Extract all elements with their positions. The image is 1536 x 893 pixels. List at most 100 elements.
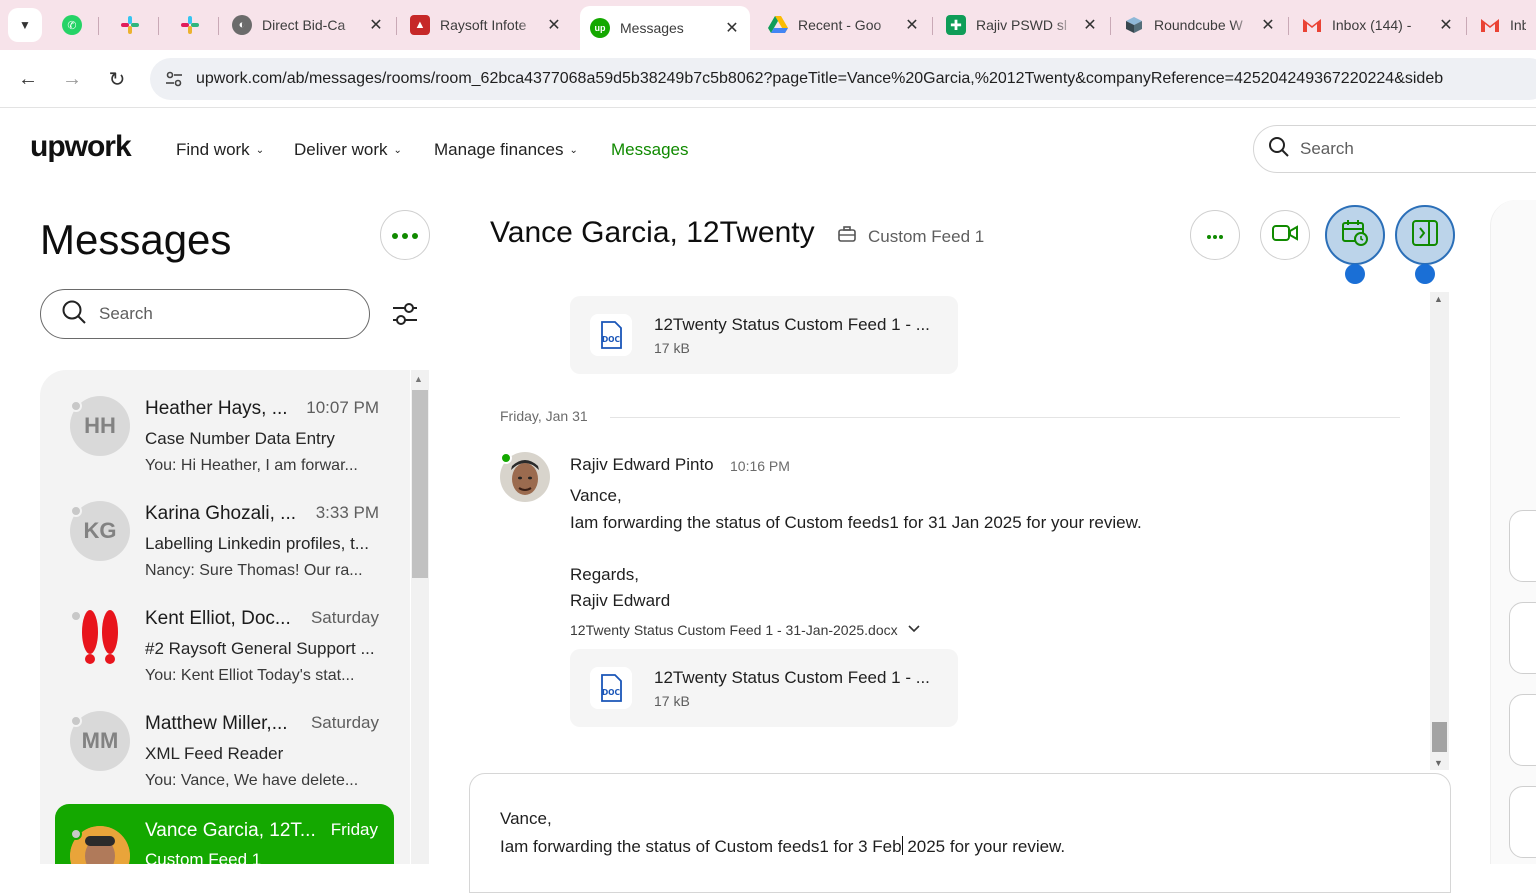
tab-whatsapp[interactable]: ✆ xyxy=(52,6,96,44)
header-search-input[interactable]: Search xyxy=(1253,125,1536,173)
attachment-toggle[interactable]: 12Twenty Status Custom Feed 1 - 31-Jan-2… xyxy=(570,622,920,638)
tab-raysoft[interactable]: ▲ Raysoft Infote ✕ xyxy=(400,6,572,44)
tab-google-drive[interactable]: Recent - Goo ✕ xyxy=(758,6,930,44)
conversation-time: Saturday xyxy=(310,608,379,627)
nav-manage-finances[interactable]: Manage finances ⌄ xyxy=(434,140,578,160)
tab-slack-2[interactable] xyxy=(170,6,214,44)
close-icon[interactable]: ✕ xyxy=(546,15,562,35)
message-thread: DOC 12Twenty Status Custom Feed 1 - ... … xyxy=(470,288,1430,772)
tab-separator xyxy=(158,17,159,35)
close-icon[interactable]: ✕ xyxy=(1260,15,1276,35)
rail-button[interactable] xyxy=(1509,694,1536,766)
message-composer[interactable]: Vance, Iam forwarding the status of Cust… xyxy=(469,773,1451,893)
search-placeholder: Search xyxy=(1300,139,1354,158)
chat-subtitle[interactable]: Custom Feed 1 xyxy=(838,226,984,247)
schedule-meeting-button[interactable] xyxy=(1325,205,1385,265)
upwork-logo[interactable]: upwork xyxy=(30,130,132,164)
highlight-dot xyxy=(1345,264,1365,284)
tab-direct-bid[interactable]: ◐ Direct Bid-Ca ✕ xyxy=(222,6,394,44)
tab-separator xyxy=(932,17,933,35)
reload-button[interactable]: ↻ xyxy=(102,64,132,94)
tab-gmail-2[interactable]: Inbo xyxy=(1470,6,1536,44)
close-icon[interactable]: ✕ xyxy=(724,18,740,38)
tab-messages[interactable]: up Messages ✕ xyxy=(580,6,750,50)
google-sheets-icon: ✚ xyxy=(946,15,966,35)
url-text: upwork.com/ab/messages/rooms/room_62bca4… xyxy=(196,70,1444,87)
nav-deliver-work[interactable]: Deliver work ⌄ xyxy=(294,140,402,160)
nav-messages[interactable]: Messages xyxy=(611,140,688,160)
status-dot xyxy=(70,610,82,622)
slack-icon xyxy=(180,15,200,35)
tab-roundcube[interactable]: Roundcube W ✕ xyxy=(1114,6,1286,44)
highlight-dot xyxy=(1415,264,1435,284)
tab-title: Raysoft Infote xyxy=(440,17,527,33)
nav-label: Find work xyxy=(176,140,250,159)
video-call-button[interactable] xyxy=(1260,210,1310,260)
conversation-item[interactable]: HH Heather Hays, ... 10:07 PM Case Numbe… xyxy=(40,370,410,475)
conversation-item[interactable]: KG Karina Ghozali, ... 3:33 PM Labelling… xyxy=(40,475,410,580)
conversation-item[interactable]: Kent Elliot, Doc... Saturday #2 Raysoft … xyxy=(40,580,410,685)
conversation-time: Friday xyxy=(330,820,378,839)
tab-gmail-1[interactable]: Inbox (144) - ✕ xyxy=(1292,6,1464,44)
scroll-down-icon[interactable]: ▼ xyxy=(1434,758,1443,768)
chevron-down-icon: ⌄ xyxy=(569,144,578,156)
forward-button[interactable]: → xyxy=(57,64,87,94)
nav-find-work[interactable]: Find work ⌄ xyxy=(176,140,264,160)
conversation-subject: #2 Raysoft General Support ... xyxy=(145,639,375,658)
rail-button[interactable] xyxy=(1509,602,1536,674)
tab-title: Rajiv PSWD sl xyxy=(976,17,1068,33)
browser-toolbar: ← → ↻ upwork.com/ab/messages/rooms/room_… xyxy=(0,50,1536,108)
toggle-details-panel-button[interactable] xyxy=(1395,205,1455,265)
conversation-item-active[interactable]: Vance Garcia, 12T... Friday Custom Feed … xyxy=(55,804,394,864)
file-name: 12Twenty Status Custom Feed 1 - ... xyxy=(654,315,930,334)
close-icon[interactable]: ✕ xyxy=(904,15,920,35)
close-icon[interactable]: ✕ xyxy=(1082,15,1098,35)
scroll-up-icon[interactable]: ▲ xyxy=(414,374,423,384)
site-info-icon[interactable] xyxy=(162,67,186,91)
back-button[interactable]: ← xyxy=(13,64,43,94)
tab-separator xyxy=(218,17,219,35)
close-icon[interactable]: ✕ xyxy=(1438,15,1454,35)
nav-label: Manage finances xyxy=(434,140,564,159)
search-icon xyxy=(61,299,87,330)
tab-slack-1[interactable] xyxy=(110,6,154,44)
conversation-preview: Nancy: Sure Thomas! Our ra... xyxy=(145,562,363,579)
message-scrollbar[interactable]: ▲ ▼ xyxy=(1430,292,1449,770)
conversation-scrollbar[interactable]: ▲ xyxy=(411,370,429,864)
tab-separator xyxy=(1288,17,1289,35)
scrollbar-thumb[interactable] xyxy=(1432,722,1447,752)
slack-icon xyxy=(120,15,140,35)
date-divider-line xyxy=(610,417,1400,418)
doc-file-icon: DOC xyxy=(590,314,632,356)
search-icon xyxy=(1268,136,1290,163)
chat-subtitle-text: Custom Feed 1 xyxy=(868,226,985,246)
address-bar[interactable]: upwork.com/ab/messages/rooms/room_62bca4… xyxy=(150,58,1536,100)
rail-button[interactable] xyxy=(1509,510,1536,582)
file-size: 17 kB xyxy=(654,340,690,356)
close-icon[interactable]: ✕ xyxy=(368,15,384,35)
conversation-subject: XML Feed Reader xyxy=(145,744,284,763)
upwork-header: upwork Find work ⌄ Deliver work ⌄ Manage f… xyxy=(0,108,1536,192)
sidebar-search-input[interactable]: Search xyxy=(40,289,370,339)
rail-button[interactable] xyxy=(1509,786,1536,858)
tab-search-button[interactable]: ▼ xyxy=(8,8,42,42)
filter-icon[interactable] xyxy=(390,299,420,329)
status-dot xyxy=(70,715,82,727)
file-attachment-card[interactable]: DOC 12Twenty Status Custom Feed 1 - ... … xyxy=(570,649,958,727)
briefcase-icon xyxy=(838,226,856,247)
chat-title: Vance Garcia, 12Twenty xyxy=(490,216,815,249)
tab-separator xyxy=(396,17,397,35)
composer-text-before-caret: Iam forwarding the status of Custom feed… xyxy=(500,837,902,856)
file-attachment-card[interactable]: DOC 12Twenty Status Custom Feed 1 - ... … xyxy=(570,296,958,374)
conversation-subject: Labelling Linkedin profiles, t... xyxy=(145,534,369,553)
more-dots-icon xyxy=(1207,226,1223,244)
graduation-cap-icon: ▲ xyxy=(410,15,430,35)
conversation-item[interactable]: MM Matthew Miller,... Saturday XML Feed … xyxy=(40,685,410,790)
conversation-preview: You: Kent Elliot Today's stat... xyxy=(145,667,355,684)
tab-google-sheets[interactable]: ✚ Rajiv PSWD sl ✕ xyxy=(936,6,1108,44)
scroll-up-icon[interactable]: ▲ xyxy=(1434,294,1443,304)
sidebar-more-button[interactable] xyxy=(380,210,430,260)
chat-more-button[interactable] xyxy=(1190,210,1240,260)
scrollbar-thumb[interactable] xyxy=(412,390,428,578)
sender-name[interactable]: Rajiv Edward Pinto xyxy=(570,455,714,475)
